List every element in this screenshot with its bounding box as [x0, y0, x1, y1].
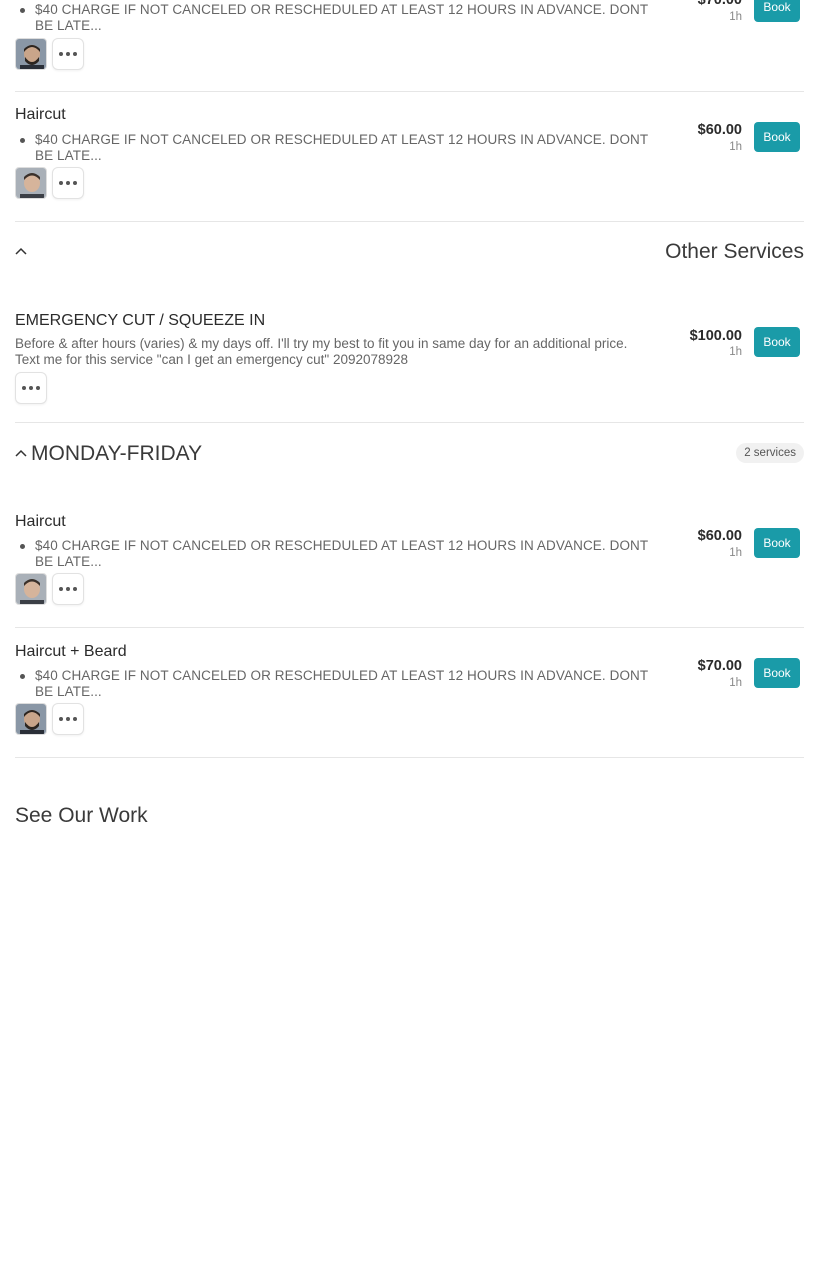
book-button[interactable]: Book — [754, 658, 800, 688]
service-item: Haircut $40 CHARGE IF NOT CANCELED OR RE… — [15, 498, 804, 628]
staff-photo — [16, 704, 46, 734]
staff-avatar[interactable] — [15, 573, 47, 605]
service-duration: 1h — [729, 11, 742, 23]
service-name: Haircut — [15, 513, 66, 530]
staff-avatar[interactable] — [15, 703, 47, 735]
category-title: MONDAY-FRIDAY — [31, 442, 203, 465]
service-price: $100.00 — [689, 328, 742, 344]
staff-photo — [16, 39, 46, 69]
staff-avatar[interactable] — [15, 38, 47, 70]
service-duration: 1h — [729, 141, 742, 153]
more-options-icon[interactable] — [52, 167, 84, 199]
book-button[interactable]: Book — [754, 0, 800, 22]
service-count-badge: 2 services — [736, 443, 804, 463]
service-item: $40 CHARGE IF NOT CANCELED OR RESCHEDULE… — [15, 0, 804, 92]
staff-photo — [16, 574, 46, 604]
service-price: $60.00 — [697, 528, 742, 544]
service-name: Haircut — [15, 106, 66, 123]
service-name: Haircut + Beard — [15, 643, 127, 660]
category-header-monday-friday[interactable]: MONDAY-FRIDAY 2 services — [15, 442, 804, 473]
service-description: $40 CHARGE IF NOT CANCELED OR RESCHEDULE… — [20, 132, 655, 164]
see-our-work-title: See Our Work — [15, 804, 148, 827]
book-button[interactable]: Book — [754, 122, 800, 152]
book-button[interactable]: Book — [754, 528, 800, 558]
service-price: $70.00 — [697, 658, 742, 674]
service-duration: 1h — [729, 346, 742, 358]
service-description: $40 CHARGE IF NOT CANCELED OR RESCHEDULE… — [20, 2, 655, 34]
service-item: EMERGENCY CUT / SQUEEZE IN Before & afte… — [15, 300, 804, 423]
chevron-up-icon[interactable] — [15, 448, 27, 460]
service-description: $40 CHARGE IF NOT CANCELED OR RESCHEDULE… — [20, 668, 655, 700]
service-price: $70.00 — [697, 0, 742, 8]
more-options-icon[interactable] — [52, 573, 84, 605]
service-description: Before & after hours (varies) & my days … — [15, 336, 628, 367]
more-options-icon[interactable] — [52, 703, 84, 735]
category-title: Other Services — [665, 240, 804, 263]
book-button[interactable]: Book — [754, 327, 800, 357]
service-price: $60.00 — [697, 122, 742, 138]
staff-photo — [16, 168, 46, 198]
service-item: Haircut + Beard $40 CHARGE IF NOT CANCEL… — [15, 628, 804, 758]
service-description: $40 CHARGE IF NOT CANCELED OR RESCHEDULE… — [20, 538, 655, 570]
staff-avatar[interactable] — [15, 167, 47, 199]
service-name: EMERGENCY CUT / SQUEEZE IN — [15, 312, 266, 329]
more-options-icon[interactable] — [52, 38, 84, 70]
service-item: Haircut $40 CHARGE IF NOT CANCELED OR RE… — [15, 92, 804, 222]
category-header-other-services[interactable]: Other Services — [15, 232, 804, 272]
service-duration: 1h — [729, 677, 742, 689]
chevron-up-icon[interactable] — [15, 246, 27, 258]
service-duration: 1h — [729, 547, 742, 559]
more-options-icon[interactable] — [15, 372, 47, 404]
